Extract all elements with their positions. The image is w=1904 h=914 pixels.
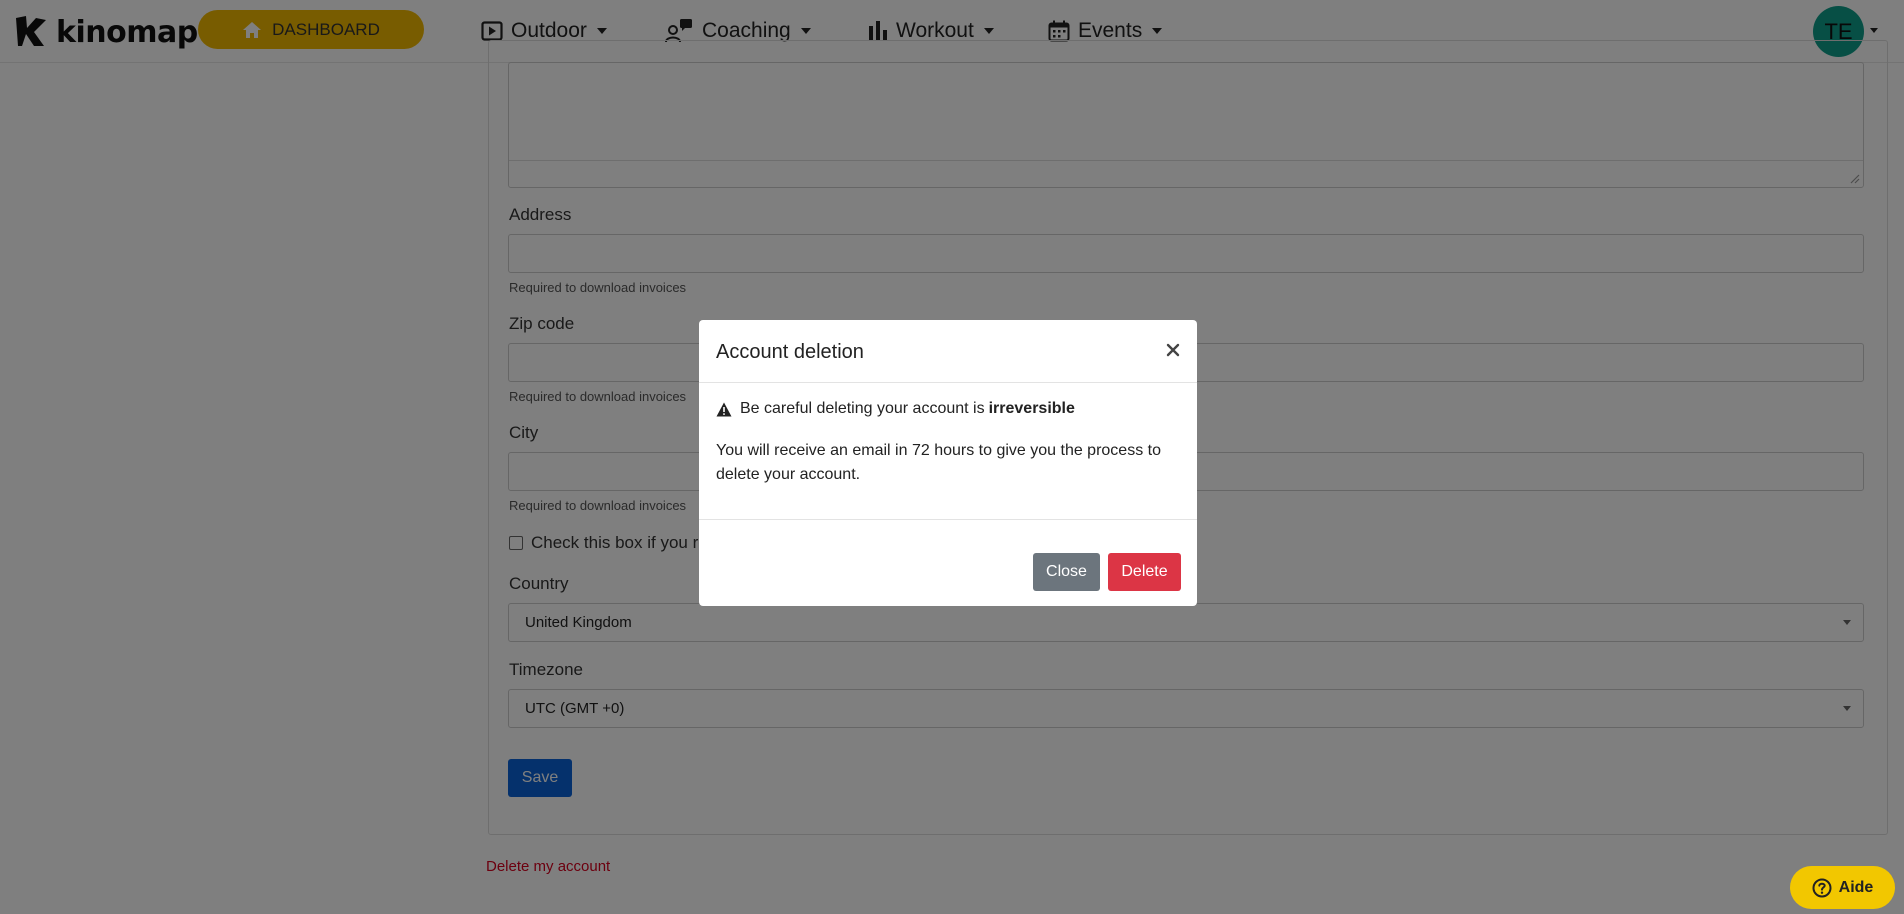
help-circle-icon: [1812, 878, 1832, 898]
warning-text: Be careful deleting your account is: [740, 400, 985, 417]
modal-body-text: You will receive an email in 72 hours to…: [716, 442, 1161, 483]
account-deletion-modal: Account deletion Be careful deleting you…: [699, 320, 1197, 606]
modal-title: Account deletion: [716, 341, 864, 363]
help-widget-button[interactable]: Aide: [1790, 866, 1895, 909]
warning-row: Be careful deleting your account is irre…: [716, 400, 1075, 418]
warning-icon: [716, 402, 732, 417]
close-icon[interactable]: [1165, 342, 1181, 358]
help-widget-label: Aide: [1838, 878, 1874, 896]
delete-button[interactable]: Delete: [1108, 553, 1181, 591]
warning-strong: irreversible: [988, 400, 1075, 417]
modal-header: Account deletion: [699, 320, 1197, 383]
modal-footer-divider: [699, 519, 1197, 520]
close-button[interactable]: Close: [1033, 553, 1100, 591]
